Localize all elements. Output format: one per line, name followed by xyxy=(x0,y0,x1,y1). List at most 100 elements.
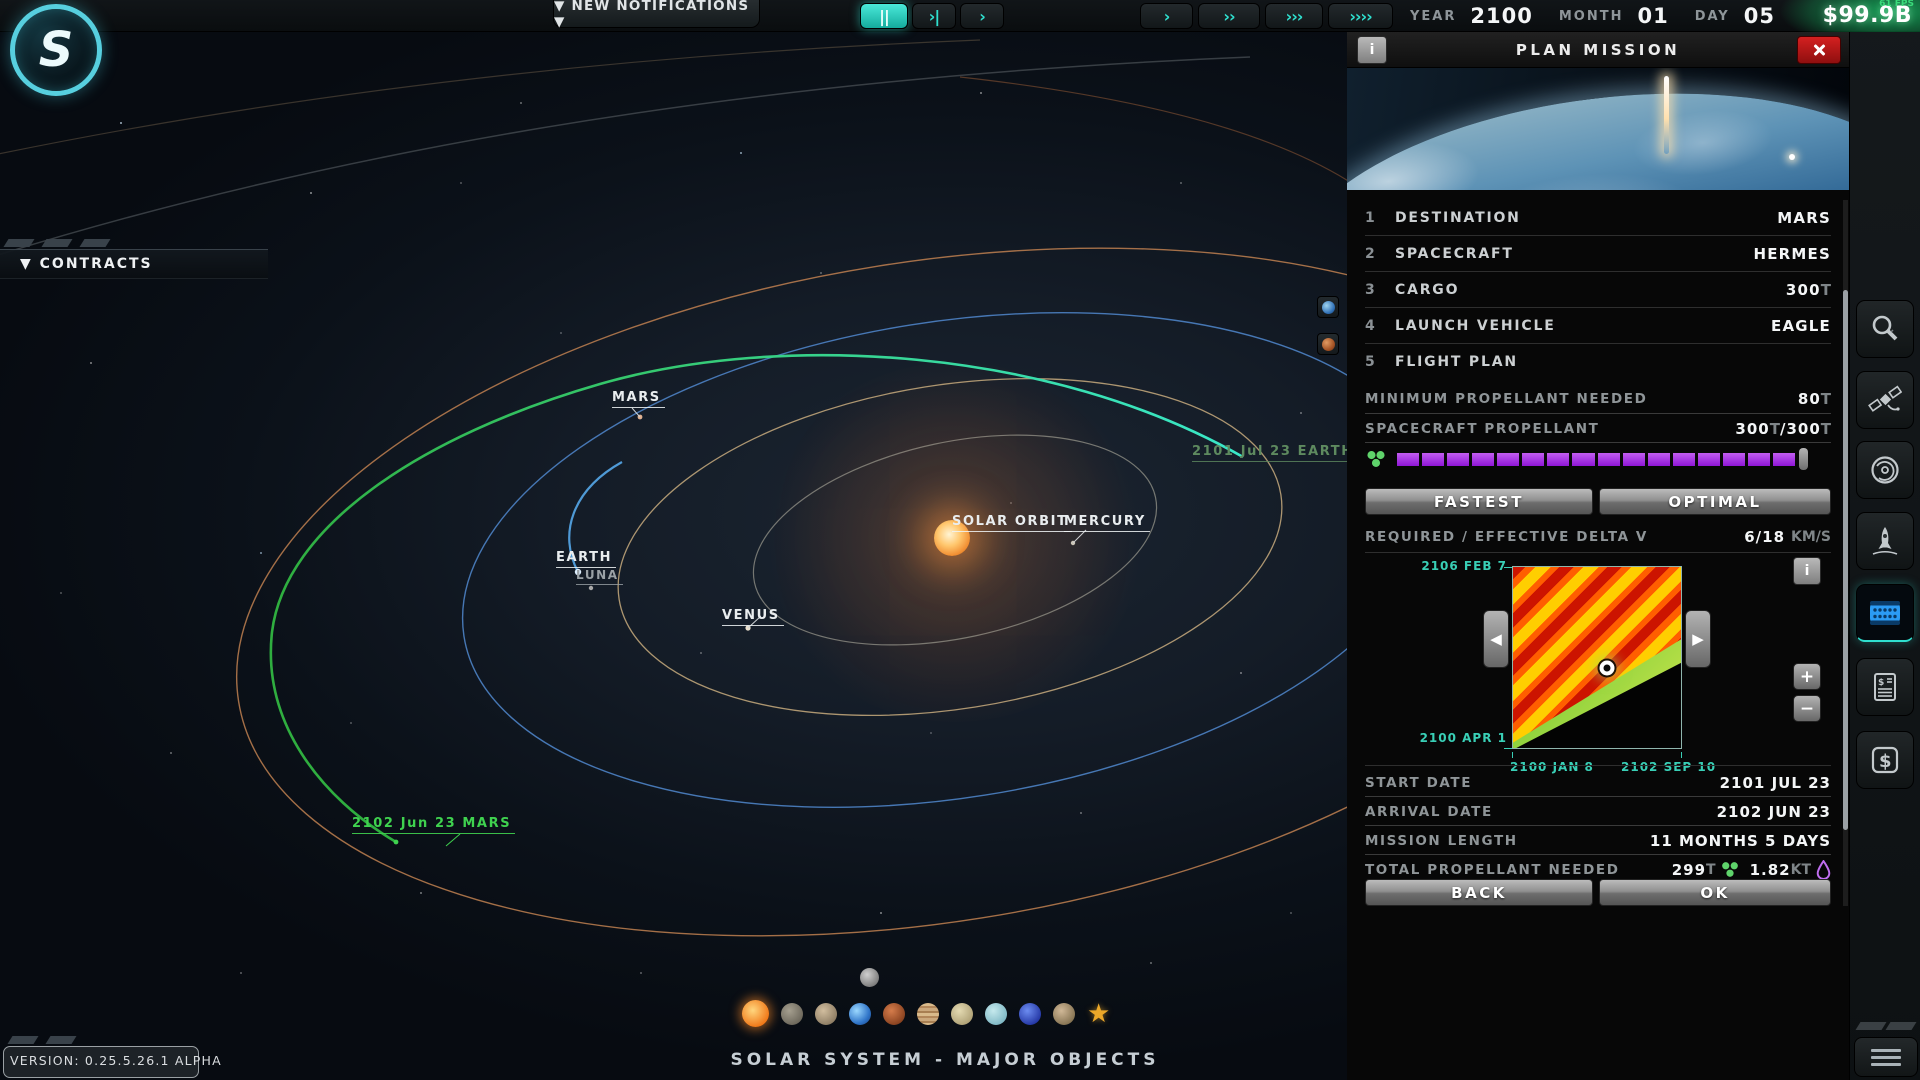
mission-row-spacecraft[interactable]: 2 SPACECRAFT HERMES xyxy=(1365,236,1831,272)
map-label-venus[interactable]: VENUS xyxy=(722,608,784,626)
row-label: SPACECRAFT xyxy=(1395,245,1514,262)
ok-button[interactable]: OK xyxy=(1599,879,1831,906)
fuel-cells-button[interactable] xyxy=(1856,584,1914,642)
right-toolbar: $ $ xyxy=(1849,0,1920,1080)
search-icon xyxy=(1872,315,1898,341)
planet-icon-luna[interactable] xyxy=(860,968,879,987)
planet-icon-venus[interactable] xyxy=(815,1002,837,1025)
map-label-mercury[interactable]: MERCURY xyxy=(1064,514,1150,532)
arrival-date-label: ARRIVAL DATE xyxy=(1365,803,1493,820)
contracts-ledger-button[interactable]: $ xyxy=(1856,658,1914,716)
planet-icon-sun[interactable] xyxy=(742,1000,769,1027)
total-fuel-unit: KT xyxy=(1790,861,1811,878)
back-button[interactable]: BACK xyxy=(1365,879,1593,906)
plot-next-button[interactable]: ▶ xyxy=(1685,610,1711,668)
fastest-button[interactable]: FASTEST xyxy=(1365,488,1593,515)
planet-icon-star[interactable]: ★ xyxy=(1087,1001,1110,1027)
search-button[interactable] xyxy=(1856,300,1914,358)
mission-row-flight-plan[interactable]: 5 FLIGHT PLAN xyxy=(1365,344,1831,380)
optimal-button[interactable]: OPTIMAL xyxy=(1599,488,1831,515)
rocket-icon xyxy=(1872,527,1898,555)
speed-3x-button[interactable]: ››› xyxy=(1265,3,1323,29)
panel-scrollbar[interactable] xyxy=(1843,200,1848,906)
planet-icon-mercury[interactable] xyxy=(781,1002,803,1025)
planet-icon-pluto[interactable] xyxy=(1053,1002,1075,1025)
map-label-mars[interactable]: MARS xyxy=(612,390,665,408)
menu-tab-notch xyxy=(1885,1022,1917,1030)
plot-zoom-in-button[interactable]: + xyxy=(1793,663,1821,690)
orbits-button[interactable] xyxy=(1856,441,1914,499)
step-button[interactable]: ›| xyxy=(912,3,956,29)
plot-x-axis-bracket xyxy=(1512,752,1682,758)
year-label: YEAR xyxy=(1410,8,1457,24)
divider xyxy=(1365,854,1831,855)
map-layer-mars-button[interactable] xyxy=(1317,333,1339,355)
bottom-tab-notch xyxy=(7,1036,39,1044)
mission-row-launch-vehicle[interactable]: 4 LAUNCH VEHICLE EAGLE xyxy=(1365,308,1831,344)
planet-icon-neptune[interactable] xyxy=(1019,1002,1041,1025)
row-label: LAUNCH VEHICLE xyxy=(1395,317,1556,334)
row-number: 3 xyxy=(1365,281,1375,298)
slider-handle[interactable] xyxy=(1799,448,1808,470)
info-button[interactable]: i xyxy=(1357,36,1387,64)
planet-icon-uranus[interactable] xyxy=(985,1002,1007,1025)
hamburger-icon xyxy=(1871,1048,1901,1052)
notifications-button[interactable]: ▼ NEW NOTIFICATIONS ▼ xyxy=(553,0,760,30)
launches-button[interactable] xyxy=(1856,512,1914,570)
row-value: EAGLE xyxy=(1771,316,1831,335)
finance-button[interactable]: $ xyxy=(1856,731,1914,789)
solar-system-map[interactable]: MARS EARTH LUNA VENUS MERCURY SOLAR ORBI… xyxy=(0,32,1347,1080)
invoice-icon: $ xyxy=(1874,673,1896,701)
map-label-luna[interactable]: LUNA xyxy=(576,568,623,585)
start-date-label: START DATE xyxy=(1365,774,1473,791)
orbit-lines xyxy=(0,39,1347,937)
planet-icon-mars[interactable] xyxy=(883,1002,905,1025)
mars-thumbnail-icon xyxy=(1321,337,1335,351)
spacecraft-propellant-row: SPACECRAFT PROPELLANT 300 T / 300 T xyxy=(1365,415,1831,442)
launch-site-light xyxy=(1789,154,1795,160)
dollar-frame-icon: $ xyxy=(1871,746,1899,774)
earth-horizon-image xyxy=(1347,68,1849,190)
total-cells-value: 299 xyxy=(1671,860,1707,879)
contracts-header[interactable]: ▼ CONTRACTS xyxy=(0,249,268,279)
map-layer-earth-button[interactable] xyxy=(1317,296,1339,318)
play-button[interactable]: › xyxy=(960,3,1004,29)
delta-v-label: REQUIRED / EFFECTIVE DELTA V xyxy=(1365,528,1648,545)
row-label: DESTINATION xyxy=(1395,209,1521,226)
month-label: MONTH xyxy=(1558,8,1624,24)
row-number: 5 xyxy=(1365,354,1375,370)
planet-quick-select-row: ★ xyxy=(742,968,1110,1027)
porkchop-plot[interactable] xyxy=(1512,566,1682,749)
planet-icon-jupiter[interactable] xyxy=(917,1002,939,1025)
plot-prev-button[interactable]: ◀ xyxy=(1483,610,1509,668)
map-label-departure-date: 2101 Jul 23 EARTH xyxy=(1192,444,1347,462)
satellite-icon xyxy=(1868,385,1902,412)
plot-zoom-out-button[interactable]: − xyxy=(1793,695,1821,722)
speed-4x-button[interactable]: ›››› xyxy=(1328,3,1393,29)
scrollbar-thumb[interactable] xyxy=(1843,290,1848,830)
speed-2x-button[interactable]: ›› xyxy=(1198,3,1260,29)
map-label-arrival-date: 2102 Jun 23 MARS xyxy=(352,816,516,834)
close-button[interactable] xyxy=(1797,36,1841,64)
main-menu-button[interactable] xyxy=(1854,1037,1918,1077)
hamburger-icon xyxy=(1871,1062,1901,1066)
panel-title: PLAN MISSION xyxy=(1515,40,1681,59)
speed-1x-button[interactable]: › xyxy=(1140,3,1193,29)
planet-icon-saturn[interactable] xyxy=(951,1002,973,1025)
selected-transfer-marker[interactable] xyxy=(1599,660,1615,676)
propellant-cells-icon xyxy=(1367,451,1385,467)
fuel-cells-icon xyxy=(1870,600,1900,625)
planet-icon-earth[interactable] xyxy=(849,1002,871,1025)
mission-length-value: 11 MONTHS 5 DAYS xyxy=(1649,831,1831,850)
satellites-button[interactable] xyxy=(1856,371,1914,429)
map-label-earth[interactable]: EARTH xyxy=(556,550,617,568)
min-propellant-row: MINIMUM PROPELLANT NEEDED 80 T xyxy=(1365,385,1831,412)
mission-row-cargo[interactable]: 3 CARGO 300 T xyxy=(1365,272,1831,308)
propellant-slider[interactable] xyxy=(1365,446,1831,472)
map-label-solar-orbit[interactable]: SOLAR ORBIT xyxy=(952,514,1072,532)
total-fuel-value: 1.82 xyxy=(1749,860,1791,879)
company-logo[interactable]: S xyxy=(10,4,102,96)
plot-info-button[interactable]: i xyxy=(1793,557,1821,585)
pause-button[interactable]: || xyxy=(860,3,908,29)
mission-row-destination[interactable]: 1 DESTINATION MARS xyxy=(1365,200,1831,236)
